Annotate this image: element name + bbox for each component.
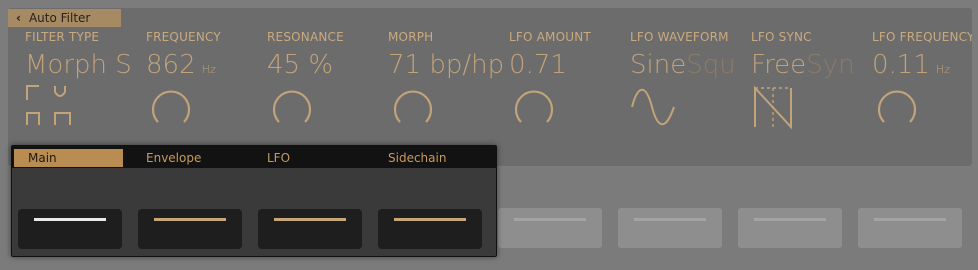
page-selector-popup: Main Envelope LFO Sidechain [11,145,497,257]
sine-wave-icon [631,88,675,126]
filter-shape-icon [26,85,71,125]
param-value: 71 bp/hp [388,50,505,80]
pad-indicator [274,218,346,221]
pad-indicator [514,218,586,221]
page-tabs: Main Envelope LFO Sidechain [12,146,496,168]
sync-wave-icon [754,85,792,130]
param-label: RESONANCE [267,30,344,44]
param-value: FreeSyn [751,50,855,80]
pad-indicator [754,218,826,221]
param-lfo-frequency[interactable]: LFO FREQUENCY 0.11 Hz [872,30,972,140]
pad-main[interactable] [18,209,122,249]
auto-filter-device: ‹ Auto Filter FILTER TYPE Morph S FREQUE… [0,0,978,270]
frequency-knob[interactable] [146,82,196,132]
param-value: 0.11 Hz [872,50,950,80]
pad-indicator [34,218,106,221]
param-value: SineSqu [630,50,736,80]
pad-indicator [874,218,946,221]
param-label: LFO FREQUENCY [872,30,972,44]
param-label: LFO SYNC [751,30,812,44]
param-filter-type[interactable]: FILTER TYPE Morph S [25,30,142,140]
param-morph[interactable]: MORPH 71 bp/hp [388,30,505,140]
param-value: Morph S [25,50,132,80]
chevron-left-icon: ‹ [16,11,21,25]
pad-sidechain[interactable] [378,209,482,249]
param-lfo-sync[interactable]: LFO SYNC FreeSyn [751,30,868,140]
pad-button[interactable] [738,208,842,248]
param-value: 862 Hz [146,50,216,80]
param-label: MORPH [388,30,434,44]
param-resonance[interactable]: RESONANCE 45 % [267,30,384,140]
pad-indicator [634,218,706,221]
param-label: FILTER TYPE [25,30,100,44]
pad-indicator [394,218,466,221]
param-label: LFO WAVEFORM [630,30,729,44]
pad-indicator [154,218,226,221]
pad-button[interactable] [618,208,722,248]
back-button-label: Auto Filter [28,11,91,25]
param-value: 0.71 [509,50,567,80]
lfo-frequency-knob[interactable] [872,82,922,132]
morph-knob[interactable] [388,82,438,132]
param-lfo-amount[interactable]: LFO AMOUNT 0.71 [509,30,626,140]
param-value: 45 % [267,50,334,80]
param-label: FREQUENCY [146,30,221,44]
pad-envelope[interactable] [138,209,242,249]
tab-envelope[interactable]: Envelope [132,149,242,167]
pad-button[interactable] [498,208,602,248]
tab-lfo[interactable]: LFO [253,149,363,167]
param-frequency[interactable]: FREQUENCY 862 Hz [146,30,263,140]
lfo-amount-knob[interactable] [509,82,559,132]
back-button[interactable]: ‹ Auto Filter [8,9,121,27]
pad-button[interactable] [858,208,962,248]
tab-sidechain[interactable]: Sidechain [374,149,484,167]
pad-lfo[interactable] [258,209,362,249]
param-label: LFO AMOUNT [509,30,591,44]
resonance-knob[interactable] [267,82,317,132]
tab-main[interactable]: Main [14,149,123,167]
param-lfo-waveform[interactable]: LFO WAVEFORM SineSqu [630,30,747,140]
